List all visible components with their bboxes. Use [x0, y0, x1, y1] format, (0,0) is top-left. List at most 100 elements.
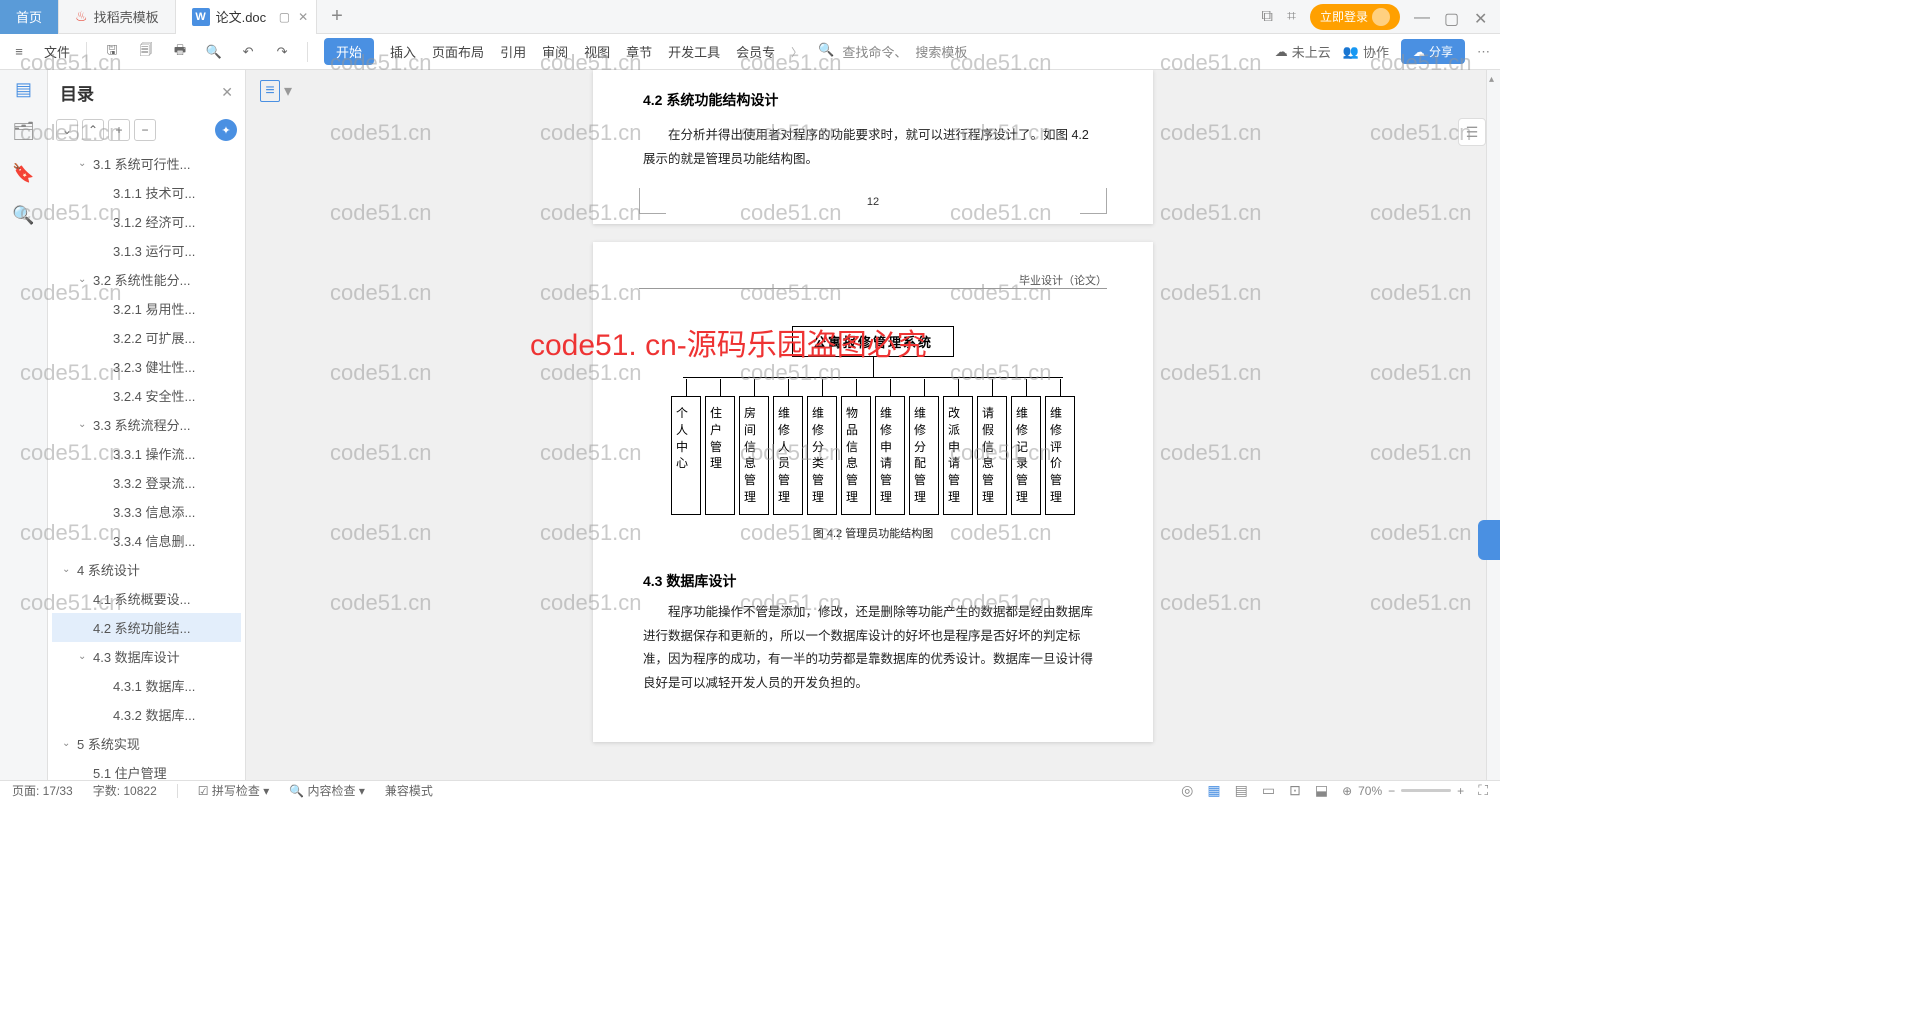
save-icon[interactable]: 🖫 [103, 43, 121, 61]
zoom-out-icon[interactable]: − [1388, 784, 1395, 798]
outline-item[interactable]: 4.3.2 数据库... [52, 700, 241, 729]
outline-item[interactable]: 3.3.1 操作流... [52, 439, 241, 468]
outline-item[interactable]: 3.3.2 登录流... [52, 468, 241, 497]
ai-icon[interactable]: ✦ [215, 119, 237, 141]
cloud-status[interactable]: ☁ 未上云 [1275, 42, 1331, 61]
outline-item-label: 4.1 系统概要设... [93, 589, 191, 608]
outline-collapse-icon[interactable]: ⌄ [56, 119, 78, 141]
menu-member[interactable]: 会员专 [736, 42, 775, 61]
outline-item-label: 3.3 系统流程分... [93, 415, 191, 434]
menu-review[interactable]: 审阅 [542, 42, 568, 61]
preview-icon[interactable]: 🔍 [205, 43, 223, 61]
saveas-icon[interactable]: 🗐 [137, 43, 155, 61]
status-words[interactable]: 字数: 10822 [93, 782, 157, 799]
window-maximize-icon[interactable]: ▢ [1444, 9, 1460, 25]
undo-icon[interactable]: ↶ [239, 43, 257, 61]
view-web-icon[interactable]: ▭ [1262, 782, 1275, 799]
outline-item-label: 4.3.2 数据库... [113, 705, 195, 724]
chevron-down-icon: ⌄ [62, 564, 74, 575]
print-icon[interactable]: 🖶 [171, 43, 189, 61]
status-spellcheck[interactable]: ☑ 拼写检查 ▾ [198, 782, 269, 799]
outline-remove-icon[interactable]: − [134, 119, 156, 141]
outline-close-icon[interactable]: ✕ [221, 84, 233, 101]
tab-window-icon[interactable]: ▢ [279, 10, 290, 24]
outline-item[interactable]: 3.2.2 可扩展... [52, 323, 241, 352]
tab-add-button[interactable]: + [317, 5, 357, 28]
zoom-control[interactable]: ⊕ 70% − + [1342, 784, 1464, 798]
menu-devtools[interactable]: 开发工具 [668, 42, 720, 61]
status-compat[interactable]: 兼容模式 [385, 782, 433, 799]
scroll-right-icon[interactable]: 〉 [791, 44, 802, 60]
menu-start[interactable]: 开始 [324, 38, 374, 65]
diagram-box: 维修人员管理 [773, 396, 803, 515]
menu-insert[interactable]: 插入 [390, 42, 416, 61]
menu-section[interactable]: 章节 [626, 42, 652, 61]
outline-item[interactable]: 4.1 系统概要设... [52, 584, 241, 613]
clipboard-icon[interactable]: 🗂 [13, 120, 35, 142]
outline-item[interactable]: 4.3.1 数据库... [52, 671, 241, 700]
outline-item[interactable]: ⌄3.3 系统流程分... [52, 410, 241, 439]
outline-item[interactable]: 5.1 住户管理 [52, 758, 241, 780]
outline-item[interactable]: ⌄3.1 系统可行性... [52, 149, 241, 178]
toolbar: ≡ 文件 🖫 🗐 🖶 🔍 ↶ ↷ 开始 插入 页面布局 引用 审阅 视图 章节 … [0, 34, 1500, 70]
right-scrollbar[interactable]: ▴ [1486, 70, 1500, 780]
outline-item-label: 5.1 住户管理 [93, 763, 167, 780]
view-read-icon[interactable]: ◎ [1181, 782, 1193, 799]
search-area[interactable]: 🔍 查找命令、 搜索模板 [818, 42, 967, 61]
tab-home[interactable]: 首页 [0, 0, 59, 34]
more-icon[interactable]: ⋯ [1477, 44, 1490, 60]
fullscreen-icon[interactable]: ⛶ [1478, 782, 1488, 799]
view-page-icon[interactable]: ▦ [1207, 782, 1220, 799]
collab-button[interactable]: 👥 协作 [1343, 42, 1389, 61]
outline-item[interactable]: 3.2.1 易用性... [52, 294, 241, 323]
outline-expand-icon[interactable]: ⌃ [82, 119, 104, 141]
tab-close-icon[interactable]: ✕ [298, 10, 308, 24]
file-menu[interactable]: 文件 [44, 42, 70, 61]
outline-item[interactable]: ⌄4 系统设计 [52, 555, 241, 584]
tab-template[interactable]: ♨ 找稻壳模板 [59, 0, 176, 34]
page-number: 12 [867, 196, 879, 208]
ai-float-button[interactable] [1478, 520, 1500, 560]
outline-item[interactable]: 3.1.1 技术可... [52, 178, 241, 207]
menu-view[interactable]: 视图 [584, 42, 610, 61]
status-contentcheck[interactable]: 🔍 内容检查 ▾ [289, 782, 365, 799]
apps-icon[interactable]: ⌗ [1287, 8, 1296, 26]
view-outline-icon[interactable]: ▤ [1235, 782, 1248, 799]
bookmark-icon[interactable]: 🔖 [13, 162, 35, 184]
outline-item[interactable]: 3.1.2 经济可... [52, 207, 241, 236]
share-button[interactable]: ☁ 分享 [1401, 39, 1465, 64]
tab-document[interactable]: W 论文.doc ▢ ✕ [176, 0, 318, 34]
login-button[interactable]: 立即登录 [1310, 4, 1400, 30]
view-focus-icon[interactable]: ⊡ [1289, 782, 1301, 799]
outline-item[interactable]: 3.3.3 信息添... [52, 497, 241, 526]
layout-icon[interactable]: ⧉ [1262, 8, 1273, 26]
left-rail: ▤ 🗂 🔖 🔍 [0, 70, 48, 780]
outline-item[interactable]: 3.1.3 运行可... [52, 236, 241, 265]
tab-document-label: 论文.doc [216, 7, 267, 26]
outline-item[interactable]: ⌄3.2 系统性能分... [52, 265, 241, 294]
outline-item[interactable]: 4.2 系统功能结... [52, 613, 241, 642]
view-split-icon[interactable]: ⬓ [1315, 782, 1328, 799]
menu-reference[interactable]: 引用 [500, 42, 526, 61]
menu-pagelayout[interactable]: 页面布局 [432, 42, 484, 61]
menu-icon[interactable]: ≡ [10, 43, 28, 61]
redo-icon[interactable]: ↷ [273, 43, 291, 61]
window-minimize-icon[interactable]: — [1414, 9, 1430, 25]
zoom-in-icon[interactable]: + [1457, 784, 1464, 798]
window-close-icon[interactable]: ✕ [1474, 9, 1490, 25]
outline-icon[interactable]: ▤ [13, 78, 35, 100]
outline-item[interactable]: 3.2.4 安全性... [52, 381, 241, 410]
chevron-down-icon: ▾ [284, 81, 292, 101]
outline-item[interactable]: ⌄4.3 数据库设计 [52, 642, 241, 671]
bookmark-toggle-icon[interactable]: ☰ [1458, 118, 1486, 146]
outline-item[interactable]: 3.2.3 健壮性... [52, 352, 241, 381]
outline-item[interactable]: ⌄5 系统实现 [52, 729, 241, 758]
outline-item-label: 3.3.2 登录流... [113, 473, 195, 492]
outline-add-icon[interactable]: + [108, 119, 130, 141]
page-hint[interactable]: ≡ ▾ [260, 80, 292, 102]
status-page[interactable]: 页面: 17/33 [12, 782, 73, 799]
statusbar: 页面: 17/33 字数: 10822 ☑ 拼写检查 ▾ 🔍 内容检查 ▾ 兼容… [0, 780, 1500, 800]
outline-item-label: 3.1.3 运行可... [113, 241, 195, 260]
find-icon[interactable]: 🔍 [13, 204, 35, 226]
outline-item[interactable]: 3.3.4 信息删... [52, 526, 241, 555]
